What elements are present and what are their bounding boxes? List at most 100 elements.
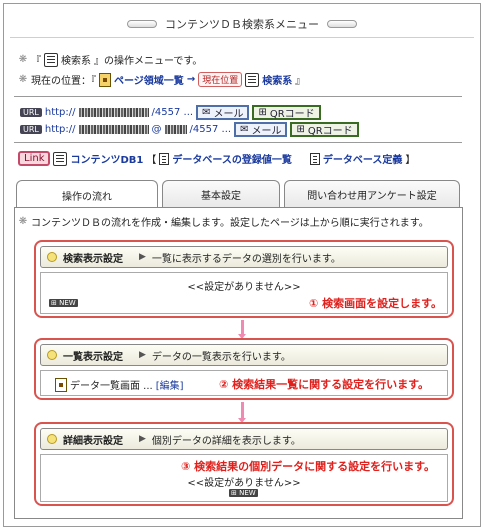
divider [14,142,462,143]
intro-suffix: 』の操作メニューです。 [94,56,203,67]
qr-label: QRコード [307,126,353,137]
step-note: ② 検索結果一覧に関する設定を行います。 [219,378,430,391]
circle-icon [47,350,57,360]
current-location-badge: 現在位置 [198,72,243,87]
tab-label: 問い合わせ用アンケート設定 [307,191,437,202]
tab-basic-settings[interactable]: 基本設定 [162,180,280,208]
envelope-icon: ✉ [240,124,249,135]
intro-line: ❋ 『 検索系 』の操作メニューです。 [18,52,202,67]
table-icon [309,152,320,165]
flow-description-text: コンテンツＤＢの流れを作成・編集します。設定したページは上から順に実行されます。 [31,218,429,229]
mail-button[interactable]: ✉ メール [234,122,288,137]
page-icon [55,377,67,392]
step-list-display: 一覧表示設定 ▶ データの一覧表示を行います。 データ一覧画面 ... [編集]… [34,338,454,400]
url-badge: URL [20,108,42,117]
empty-setting-text: <<設定がありません>> [187,282,301,293]
title-decoration-right [327,19,357,28]
link-badge: Link [18,151,51,166]
mail-label: メール [251,126,282,137]
flow-connector [238,320,246,339]
current-page-name: 検索系 [262,76,293,87]
step-detail-display: 詳細表示設定 ▶ 個別データの詳細を表示します。 ③ 検索結果の個別データに関す… [34,422,454,506]
url-row: URL http:// /4557 ... ✉ メール ⊞ QRコード [20,105,321,120]
step-body: ③ 検索結果の個別データに関する設定を行います。 <<設定がありません>> ⊞ … [40,454,448,502]
step-name: 一覧表示設定 [63,351,123,363]
step-search-display: 検索表示設定 ▶ 一覧に表示するデータの選別を行います。 <<設定がありません>… [34,240,454,318]
qr-label: QRコード [269,109,315,120]
window-title: コンテンツＤＢ検索系メニュー [165,17,319,31]
url-suffix[interactable]: /4557 ... [190,124,232,135]
intro-prefix: 『 [31,56,41,67]
tab-bar: 操作の流れ 基本設定 問い合わせ用アンケート設定 [16,180,460,210]
mail-button[interactable]: ✉ メール [196,105,250,120]
qr-icon: ⊞ [258,107,267,118]
envelope-icon: ✉ [202,107,211,118]
location-end: 』 [295,76,306,87]
step-name: 検索表示設定 [63,253,123,265]
step-note: ① 検索画面を設定します。 [309,297,443,310]
page-name: データ一覧画面 ... [70,381,153,392]
qr-code-button[interactable]: ⊞ QRコード [252,105,321,120]
location-label: 現在の位置：『 [31,76,96,87]
play-arrow-icon: ▶ [139,252,146,262]
step-desc: データの一覧表示を行います。 [151,351,291,363]
url-at-sign: @ [151,124,162,135]
url-badge: URL [20,125,42,134]
flow-connector [238,402,246,423]
step-header: 検索表示設定 ▶ 一覧に表示するデータの選別を行います。 [40,246,448,268]
title-bar: コンテンツＤＢ検索系メニュー [10,10,474,38]
qr-icon: ⊞ [296,124,305,135]
page-entry: データ一覧画面 ... [編集] [55,377,184,392]
step-desc: 一覧に表示するデータの選別を行います。 [151,253,341,265]
circle-icon [47,434,57,444]
breadcrumb: ❋ 現在の位置：『 ページ領域一覧 → 現在位置 検索系 』 [18,72,305,87]
play-arrow-icon: ▶ [139,350,146,360]
new-button[interactable]: ⊞ NEW [229,489,258,497]
registered-values-link[interactable]: データベースの登録値一覧 [172,151,292,166]
new-button[interactable]: ⊞ NEW [49,299,78,307]
edit-link[interactable]: [編集] [156,377,184,392]
asterisk-icon: ❋ [18,54,28,65]
step-body: <<設定がありません>> ⊞ NEW ① 検索画面を設定します。 [40,272,448,314]
step-name: 詳細表示設定 [63,435,123,447]
intro-name: 検索系 [61,56,91,67]
masked-url-segment [164,125,187,134]
qr-code-button[interactable]: ⊞ QRコード [290,122,359,137]
database-icon [245,72,260,87]
database-links: Link コンテンツDB1 【 データベースの登録値一覧 データベース定義 】 [18,151,415,166]
play-arrow-icon: ▶ [139,434,146,444]
new-label: NEW [59,299,76,307]
step-body: データ一覧画面 ... [編集] ② 検索結果一覧に関する設定を行います。 [40,370,448,396]
circle-icon [47,252,57,262]
bracket-open: 【 [146,155,157,166]
step-note: ③ 検索結果の個別データに関する設定を行います。 [181,460,436,473]
tab-label: 操作の流れ [62,192,112,203]
url-row: URL http:// @ /4557 ... ✉ メール ⊞ QRコード [20,122,359,137]
asterisk-icon: ❋ [18,74,28,85]
tab-label: 基本設定 [201,191,241,202]
database-definition-link[interactable]: データベース定義 [323,151,403,166]
bracket-close: 】 [405,155,416,166]
masked-url-segment [78,108,149,117]
url-prefix[interactable]: http:// [45,107,76,118]
tab-operation-flow[interactable]: 操作の流れ [16,180,158,210]
new-label: NEW [239,489,256,497]
divider [14,96,462,97]
step-desc: 個別データの詳細を表示します。 [151,435,301,447]
arrow-right-icon: → [186,74,196,85]
database-name-link[interactable]: コンテンツDB1 [70,151,143,166]
title-decoration-left [127,19,157,28]
masked-url-segment [78,125,149,134]
step-header: 一覧表示設定 ▶ データの一覧表示を行います。 [40,344,448,366]
url-prefix[interactable]: http:// [45,124,76,135]
url-suffix[interactable]: /4557 ... [152,107,194,118]
tab-inquiry-survey-settings[interactable]: 問い合わせ用アンケート設定 [284,180,460,208]
step-header: 詳細表示設定 ▶ 個別データの詳細を表示します。 [40,428,448,450]
database-icon [44,52,58,67]
database-icon [53,151,68,166]
mail-label: メール [213,109,244,120]
page-list-link[interactable]: ページ領域一覧 [114,72,184,87]
page-icon [99,72,111,87]
list-icon [159,152,170,165]
flow-description: ❋ コンテンツＤＢの流れを作成・編集します。設定したページは上から順に実行されま… [18,214,429,229]
